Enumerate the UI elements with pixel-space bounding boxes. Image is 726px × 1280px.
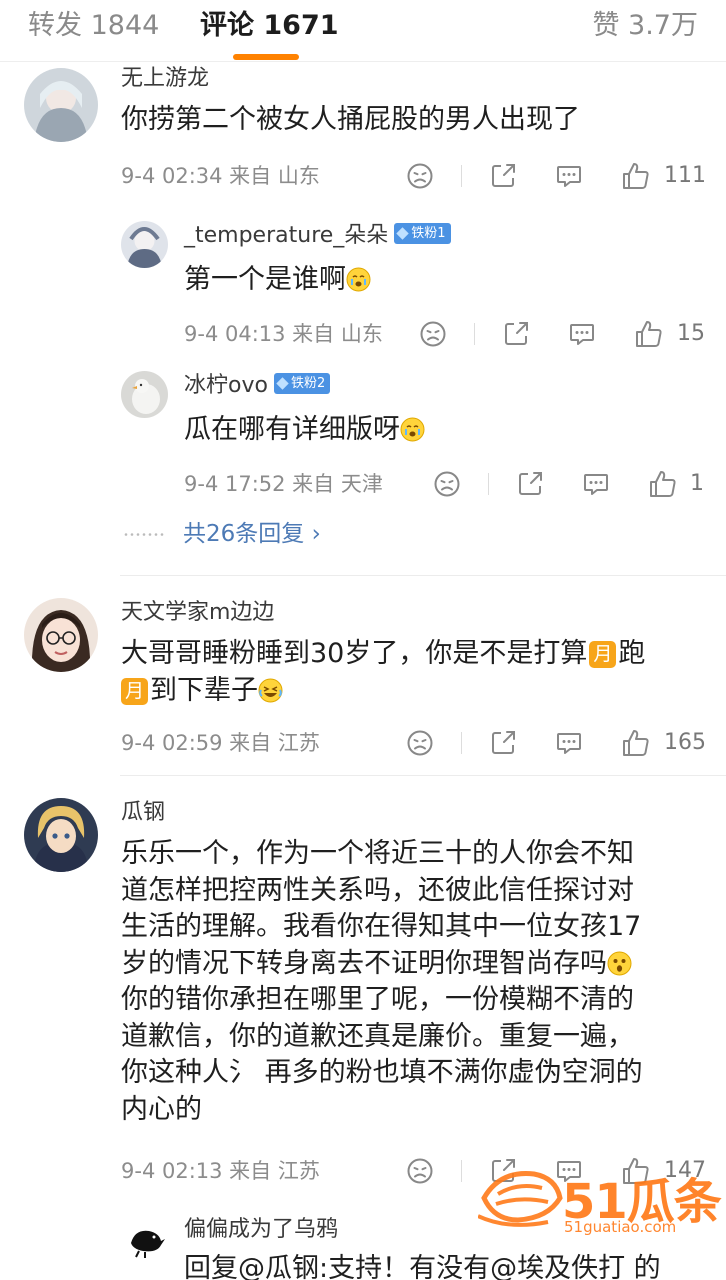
dislike-icon[interactable]	[406, 162, 434, 190]
comment-username[interactable]: 瓜钢	[121, 799, 165, 827]
action-divider	[461, 165, 462, 187]
comment-divider	[120, 575, 726, 576]
comment-text: 你捞第二个被女人捅屁股的男人出现了	[121, 104, 580, 135]
reply-text-content: 第一个是谁啊	[184, 264, 346, 295]
comment-tab-bar: 转发 1844 评论 1671 赞 3.7万	[0, 0, 726, 62]
share-icon[interactable]	[489, 729, 517, 757]
comment-text: 乐乐一个，作为一个将近三十的人你会不知 道怎样把控两性关系吗，还彼此信任探讨对 …	[121, 836, 716, 1128]
fan-badge: 铁粉2	[273, 373, 331, 394]
tab-forward[interactable]: 转发 1844	[28, 8, 159, 44]
like-count: 111	[664, 163, 706, 188]
comment-text-part: 大哥哥睡粉睡到30岁了，你是不是打算	[121, 638, 588, 669]
reply-meta: 9-4 04:13 来自 山东	[184, 322, 383, 346]
comment-divider	[120, 775, 726, 776]
watermark-domain: 51guatiao.com	[564, 1218, 677, 1236]
comment-icon[interactable]	[582, 470, 610, 498]
comment-text-line: 生活的理解。我看你在得知其中一位女孩17	[121, 911, 642, 942]
avatar[interactable]	[24, 598, 98, 672]
comment-text: 大哥哥睡粉睡到30岁了，你是不是打算月跑月到下辈子	[121, 636, 711, 709]
fan-badge: 铁粉1	[394, 223, 451, 244]
comment-text-line: 乐乐一个，作为一个将近三十的人你会不知	[121, 838, 634, 869]
comment-text-line: 道怎样把控两性关系吗，还彼此信任探讨对	[121, 874, 634, 906]
comment-text-line-wrap: 岁的情况下转身离去不证明你理智尚存吗	[121, 946, 716, 983]
comment-icon[interactable]	[555, 162, 583, 190]
diamond-icon	[276, 377, 289, 390]
action-divider	[461, 1160, 462, 1182]
watermark-fish-icon	[478, 1171, 563, 1227]
comment-username[interactable]: 无上游龙	[121, 65, 209, 93]
reply-username-text[interactable]: _temperature_朵朵	[184, 223, 388, 248]
share-icon[interactable]	[489, 162, 517, 190]
crying-emoji-icon	[400, 417, 425, 442]
laugh-cry-emoji-icon	[258, 678, 283, 702]
watermark-logo: 51瓜条 51guatiao.com	[478, 1160, 722, 1240]
reply-text: 瓜在哪有详细版呀	[184, 412, 425, 449]
share-icon[interactable]	[502, 320, 530, 348]
active-tab-indicator	[233, 54, 299, 60]
comment-meta: 9-4 02:59 来自 江苏	[121, 731, 320, 755]
comment-username[interactable]: 天文学家m边边	[121, 599, 274, 627]
reply-username: 冰柠ovo 铁粉2	[184, 372, 331, 400]
comment-icon[interactable]	[555, 729, 583, 757]
crying-emoji-icon	[346, 267, 371, 292]
like-count: 165	[664, 730, 706, 755]
reply-text-content: 瓜在哪有详细版呀	[184, 414, 400, 445]
comment-text-line: 岁的情况下转身离去不证明你理智尚存吗	[121, 947, 607, 979]
avatar[interactable]	[24, 68, 98, 142]
action-divider	[461, 732, 462, 754]
dislike-icon[interactable]	[433, 470, 461, 498]
more-replies-link[interactable]: 共26条回复 ›	[183, 519, 321, 549]
moon-emoji-icon: 月	[589, 641, 617, 668]
comment-meta: 9-4 02:13 来自 江苏	[121, 1159, 320, 1183]
diamond-icon	[396, 227, 410, 240]
tab-likes[interactable]: 赞 3.7万	[592, 8, 698, 44]
comment-meta: 9-4 02:34 来自 山东	[121, 164, 320, 188]
dislike-icon[interactable]	[419, 320, 447, 348]
action-divider	[488, 473, 489, 495]
comment-text-line: 你的错你承担在哪里了呢，一份模糊不清的	[121, 984, 634, 1015]
comment-text-line: 道歉信，你的道歉还真是廉价。重复一遍，	[121, 1020, 634, 1052]
dislike-icon[interactable]	[406, 1157, 434, 1185]
tab-comments[interactable]: 评论 1671	[200, 8, 339, 44]
fan-badge-label: 铁粉2	[290, 376, 326, 391]
like-icon[interactable]	[621, 161, 651, 191]
comment-text-line: 内心的	[121, 1093, 202, 1125]
like-icon[interactable]	[621, 728, 651, 758]
like-icon[interactable]	[648, 469, 678, 499]
avatar[interactable]	[121, 1215, 168, 1262]
action-divider	[474, 323, 475, 345]
moon-emoji-icon: 月	[121, 677, 148, 705]
more-replies-dots	[124, 533, 164, 536]
avatar[interactable]	[121, 221, 168, 268]
comment-icon[interactable]	[568, 320, 596, 348]
avatar[interactable]	[121, 371, 168, 418]
reply-username: _temperature_朵朵 铁粉1	[184, 222, 451, 250]
avatar[interactable]	[24, 798, 98, 872]
like-count: 1	[690, 471, 704, 496]
reply-username-text[interactable]: 冰柠ovo	[184, 373, 268, 398]
like-icon[interactable]	[634, 319, 664, 349]
comment-text-part: 跑	[618, 638, 646, 669]
reply-text: 回复@瓜钢:支持！有没有@埃及佚打 的	[184, 1253, 661, 1280]
reply-username[interactable]: 偏偏成为了乌鸦	[184, 1216, 338, 1244]
comment-text-part: 到下辈子	[150, 674, 258, 706]
share-icon[interactable]	[516, 470, 544, 498]
dislike-icon[interactable]	[406, 729, 434, 757]
comment-text-line: 你这种人氵 再多的粉也填不满你虚伪空洞的	[121, 1057, 643, 1088]
shocked-emoji-icon	[607, 951, 632, 975]
reply-text: 第一个是谁啊	[184, 262, 371, 299]
fan-badge-label: 铁粉1	[411, 226, 446, 241]
like-count: 15	[677, 321, 705, 346]
reply-meta: 9-4 17:52 来自 天津	[184, 472, 383, 496]
